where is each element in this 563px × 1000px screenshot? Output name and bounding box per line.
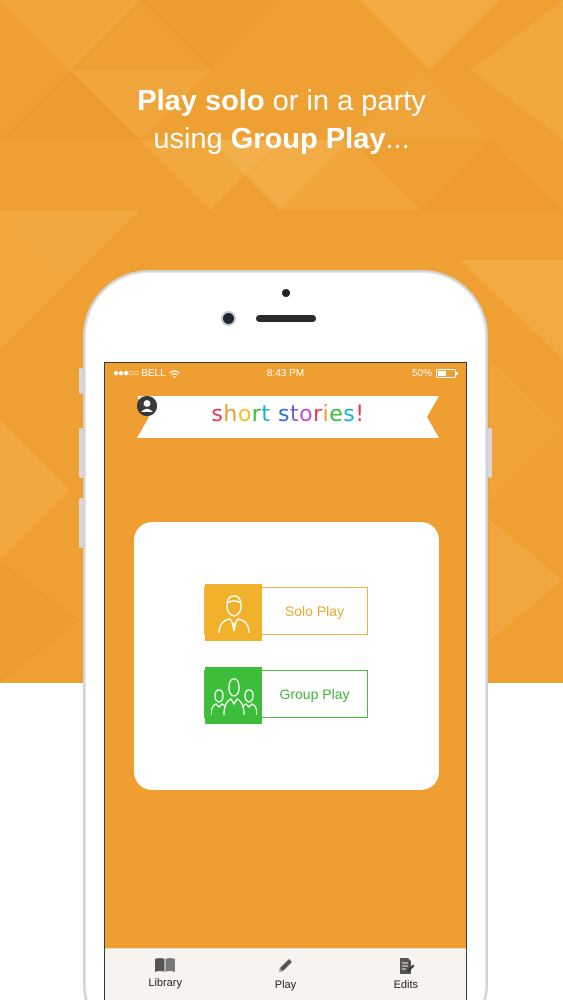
tab-edits[interactable]: Edits [346, 949, 466, 1000]
app-title-letter: ! [355, 402, 365, 427]
app-title-letter: s [343, 402, 356, 427]
headline-text-1: or in a party [264, 85, 426, 117]
tab-play-label: Play [274, 979, 297, 991]
play-mode-card: Solo Play Group Play [134, 522, 439, 790]
app-title-letter: o [237, 402, 252, 427]
app-title-letter: s [211, 402, 224, 427]
status-battery: 50% [411, 368, 458, 379]
battery-icon [436, 369, 458, 378]
solo-play-button[interactable]: Solo Play [204, 584, 368, 641]
phone-volume-down [79, 498, 83, 548]
app-title-letter: h [223, 402, 238, 427]
headline-bold-1: Play solo [137, 85, 265, 117]
book-icon [155, 958, 176, 972]
app-title-letter: r [251, 402, 262, 427]
headline-bold-2: Group Play [230, 123, 386, 155]
app-title-letter: o [299, 402, 314, 427]
app-title-letter [270, 402, 278, 427]
headline-text-3: ... [385, 123, 410, 155]
edit-document-icon [399, 958, 415, 974]
app-title-letter: e [329, 402, 344, 427]
group-play-button[interactable]: Group Play [204, 667, 368, 724]
app-title-letter: t [289, 402, 300, 427]
group-people-icon [205, 667, 262, 724]
single-person-icon [205, 584, 262, 641]
headline-text-2: using [153, 123, 231, 155]
status-bar: ●●●○○ BELL 8:43 PM 50% [105, 363, 466, 385]
battery-percent: 50% [411, 368, 432, 379]
phone-speaker [256, 315, 316, 322]
group-play-label: Group Play [279, 686, 350, 702]
phone-power-button [488, 428, 492, 478]
app-title-letter: s [277, 402, 290, 427]
phone-screen: ●●●○○ BELL 8:43 PM 50% short stories! So… [104, 362, 467, 1000]
app-title-banner: short stories! [137, 396, 439, 438]
phone-front-camera [223, 313, 234, 324]
phone-mute-switch [79, 368, 83, 394]
phone-sensor [282, 289, 290, 297]
solo-play-label: Solo Play [284, 603, 345, 619]
app-title-letter: r [313, 402, 323, 427]
user-icon[interactable] [137, 396, 157, 416]
app-title: short stories! [137, 402, 439, 427]
tab-play[interactable]: Play [225, 949, 345, 1000]
tab-bar: Library Play Edits [105, 948, 466, 1000]
pencil-icon [279, 959, 293, 972]
tab-library-label: Library [148, 977, 182, 989]
tab-edits-label: Edits [393, 979, 419, 991]
tab-library[interactable]: Library [105, 949, 225, 1000]
promo-headline: Play solo or in a party using Group Play… [0, 82, 563, 158]
phone-volume-up [79, 428, 83, 478]
